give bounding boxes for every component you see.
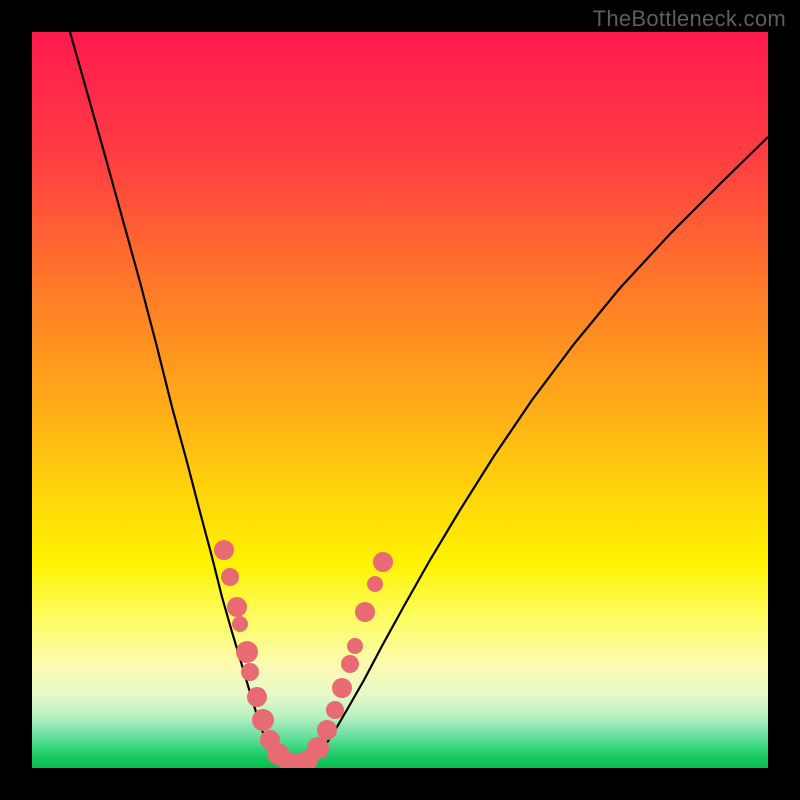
data-marker bbox=[355, 602, 375, 622]
data-marker bbox=[341, 655, 359, 673]
watermark-text: TheBottleneck.com bbox=[593, 6, 786, 32]
bottleneck-curve bbox=[70, 32, 768, 766]
chart-frame: TheBottleneck.com bbox=[0, 0, 800, 800]
data-marker bbox=[367, 576, 383, 592]
data-marker bbox=[236, 641, 258, 663]
data-marker bbox=[373, 552, 393, 572]
plot-area bbox=[32, 32, 768, 768]
data-marker bbox=[332, 678, 352, 698]
data-marker bbox=[241, 663, 259, 681]
data-marker bbox=[317, 720, 337, 740]
data-marker bbox=[227, 597, 247, 617]
data-marker bbox=[252, 709, 274, 731]
data-marker bbox=[247, 687, 267, 707]
data-marker bbox=[326, 701, 344, 719]
data-marker bbox=[214, 540, 234, 560]
data-marker bbox=[347, 638, 363, 654]
data-marker bbox=[307, 737, 329, 759]
data-marker bbox=[221, 568, 239, 586]
data-marker bbox=[232, 616, 248, 632]
chart-svg bbox=[32, 32, 768, 768]
marker-layer bbox=[214, 540, 393, 768]
